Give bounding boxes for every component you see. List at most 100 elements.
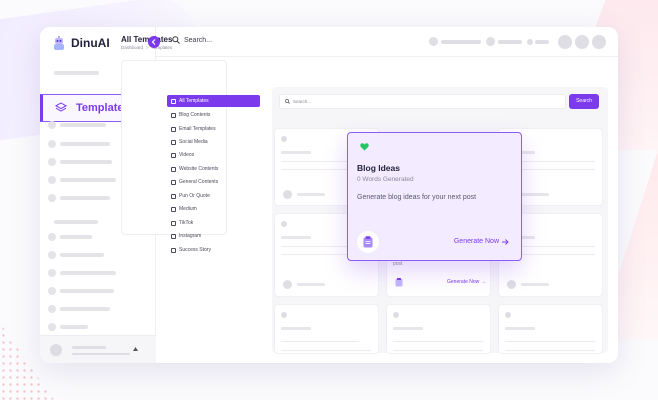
sidebar-item-icon bbox=[48, 121, 56, 129]
header-button[interactable] bbox=[575, 35, 589, 49]
sidebar-item-icon bbox=[48, 323, 56, 331]
card-text-placeholder bbox=[505, 350, 595, 351]
category-videos[interactable]: Videos bbox=[167, 149, 260, 161]
instagram-icon bbox=[171, 233, 176, 239]
header-button[interactable] bbox=[558, 35, 572, 49]
generate-now-label: Generate Now bbox=[453, 238, 499, 245]
template-search-input[interactable]: Search... bbox=[279, 94, 566, 109]
blog-ideas-card[interactable]: Blog Ideas 0 Words Generated Generate bl… bbox=[347, 132, 522, 261]
card-generate-label: Generate Now bbox=[447, 279, 480, 285]
category-success-story[interactable]: Success Story bbox=[167, 244, 260, 256]
category-label: Medium bbox=[179, 206, 197, 212]
mail-icon bbox=[171, 126, 176, 132]
sidebar-item-icon bbox=[48, 251, 56, 259]
card-title-placeholder bbox=[281, 151, 311, 154]
card-cta-placeholder bbox=[521, 193, 549, 196]
user-profile-menu[interactable] bbox=[40, 335, 156, 363]
sidebar-item-placeholder[interactable] bbox=[60, 123, 106, 127]
header-item-placeholder[interactable] bbox=[535, 40, 549, 44]
template-card[interactable] bbox=[274, 304, 379, 354]
heart-icon[interactable] bbox=[360, 143, 369, 151]
tiktok-icon bbox=[171, 220, 176, 226]
sidebar-item-icon bbox=[48, 140, 56, 148]
card-text-placeholder bbox=[393, 341, 483, 342]
generate-now-button[interactable]: Generate Now bbox=[454, 238, 509, 245]
sidebar-item-placeholder[interactable] bbox=[60, 253, 104, 257]
sidebar-item-placeholder[interactable] bbox=[60, 307, 110, 311]
caret-up-icon bbox=[133, 347, 138, 351]
card-cta-placeholder bbox=[521, 283, 549, 286]
clipboard-icon-badge bbox=[357, 231, 379, 253]
sidebar-item-placeholder[interactable] bbox=[60, 235, 92, 239]
category-general-contents[interactable]: General Contents bbox=[167, 176, 260, 188]
robot-logo-icon bbox=[54, 36, 64, 50]
template-card[interactable] bbox=[386, 304, 491, 354]
sidebar-collapse-button[interactable] bbox=[148, 36, 160, 48]
card-generate-link[interactable]: Generate Now → bbox=[447, 279, 486, 285]
category-pun-or-quote[interactable]: Pun Or Quote bbox=[167, 190, 260, 202]
user-email-placeholder bbox=[72, 353, 130, 355]
card-icon bbox=[281, 221, 287, 227]
sidebar-item-placeholder[interactable] bbox=[60, 325, 88, 329]
search-icon bbox=[285, 99, 290, 104]
sidebar-item-placeholder[interactable] bbox=[60, 142, 110, 146]
card-text-placeholder bbox=[393, 350, 483, 351]
grid-icon bbox=[171, 98, 176, 104]
avatar bbox=[50, 344, 62, 356]
category-all-templates[interactable]: All Templates bbox=[167, 95, 260, 107]
breadcrumb-separator: > bbox=[146, 45, 149, 50]
arrow-right-icon: → bbox=[480, 279, 486, 285]
sidebar-item-icon bbox=[48, 158, 56, 166]
category-tiktok[interactable]: TikTok bbox=[167, 217, 260, 229]
category-website-contents[interactable]: Website Contents bbox=[167, 163, 260, 175]
global-search[interactable]: Search... bbox=[172, 36, 212, 44]
header-item-placeholder[interactable] bbox=[441, 40, 481, 44]
card-icon bbox=[505, 312, 511, 318]
sidebar-item-placeholder[interactable] bbox=[60, 160, 112, 164]
sidebar-item-icon bbox=[48, 194, 56, 202]
category-label: Pun Or Quote bbox=[179, 193, 210, 199]
category-email-templates[interactable]: Email Templates bbox=[167, 123, 260, 135]
sidebar-item-placeholder[interactable] bbox=[60, 271, 116, 275]
card-icon bbox=[507, 280, 516, 289]
logo[interactable]: DinuAI bbox=[52, 35, 110, 51]
clipboard-icon bbox=[363, 236, 373, 248]
sidebar-item-placeholder[interactable] bbox=[60, 178, 116, 182]
category-social-media[interactable]: Social Media bbox=[167, 136, 260, 148]
category-medium[interactable]: Medium bbox=[167, 203, 260, 215]
share-icon bbox=[171, 139, 176, 145]
clipboard-icon bbox=[395, 278, 403, 287]
sidebar-item-icon bbox=[48, 287, 56, 295]
card-icon bbox=[281, 312, 287, 318]
arrow-right-icon bbox=[502, 238, 509, 245]
category-label: Website Contents bbox=[179, 166, 219, 172]
card-text-placeholder bbox=[281, 350, 371, 351]
card-description-fragment: post bbox=[393, 261, 403, 267]
header-item-icon[interactable] bbox=[527, 39, 533, 45]
search-button[interactable]: Search bbox=[569, 94, 599, 109]
card-icon bbox=[283, 190, 292, 199]
template-card[interactable] bbox=[498, 304, 603, 354]
search-icon bbox=[172, 36, 180, 44]
avatar[interactable] bbox=[592, 35, 606, 49]
star-icon bbox=[171, 247, 176, 253]
sidebar-item-placeholder[interactable] bbox=[54, 71, 99, 75]
sidebar-item-placeholder[interactable] bbox=[60, 289, 114, 293]
breadcrumb: Dashboard > Templates bbox=[121, 45, 172, 50]
category-instagram[interactable]: Instagram bbox=[167, 230, 260, 242]
header-item-icon[interactable] bbox=[486, 37, 495, 46]
sidebar-item-placeholder[interactable] bbox=[60, 196, 110, 200]
card-title-placeholder bbox=[393, 327, 423, 330]
category-blog-contents[interactable]: Blog Contents bbox=[167, 109, 260, 121]
header-item-placeholder[interactable] bbox=[498, 40, 522, 44]
video-icon bbox=[171, 152, 176, 158]
card-title-placeholder bbox=[505, 327, 535, 330]
template-search-placeholder: Search... bbox=[293, 99, 312, 104]
breadcrumb-item-dashboard[interactable]: Dashboard bbox=[121, 45, 143, 50]
category-label: General Contents bbox=[179, 179, 219, 185]
layers-icon bbox=[55, 102, 67, 112]
header-item-icon[interactable] bbox=[429, 37, 438, 46]
card-icon bbox=[283, 280, 292, 289]
card-title: Blog Ideas bbox=[357, 163, 400, 173]
book-icon bbox=[171, 112, 176, 118]
